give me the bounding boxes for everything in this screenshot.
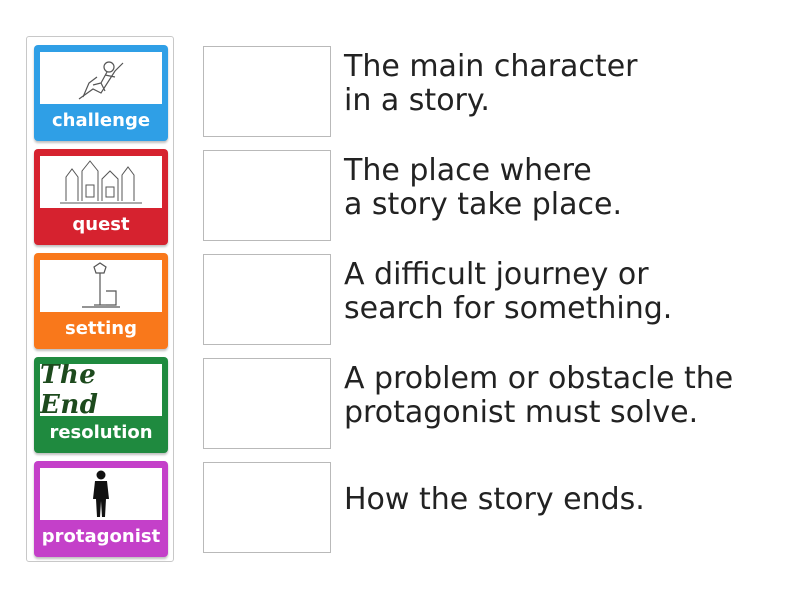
definition-5: How the story ends.: [344, 482, 645, 517]
definition-3: A difficult journey or search for someth…: [344, 257, 673, 326]
street-lamp-sketch-icon: [40, 260, 162, 312]
the-end-text-icon: The End: [40, 364, 162, 416]
card-tray: challenge quest setting The End resoluti…: [26, 36, 174, 562]
drop-slot-2[interactable]: [203, 150, 331, 241]
card-resolution[interactable]: The End resolution: [34, 357, 168, 453]
card-quest[interactable]: quest: [34, 149, 168, 245]
person-silhouette-icon: [40, 468, 162, 520]
card-setting[interactable]: setting: [34, 253, 168, 349]
card-label: protagonist: [41, 526, 161, 547]
climber-sketch-icon: [40, 52, 162, 104]
card-label: resolution: [49, 422, 153, 443]
definition-4: A problem or obstacle the protagonist mu…: [344, 361, 734, 430]
card-label: quest: [72, 214, 130, 235]
drop-slot-4[interactable]: [203, 358, 331, 449]
card-label: challenge: [51, 110, 151, 131]
drop-slot-3[interactable]: [203, 254, 331, 345]
drop-slot-5[interactable]: [203, 462, 331, 553]
definition-2: The place where a story take place.: [344, 153, 622, 222]
card-label: setting: [65, 318, 137, 339]
definition-1: The main character in a story.: [344, 49, 638, 118]
drop-slot-1[interactable]: [203, 46, 331, 137]
castle-sketch-icon: [40, 156, 162, 208]
card-protagonist[interactable]: protagonist: [34, 461, 168, 557]
card-challenge[interactable]: challenge: [34, 45, 168, 141]
